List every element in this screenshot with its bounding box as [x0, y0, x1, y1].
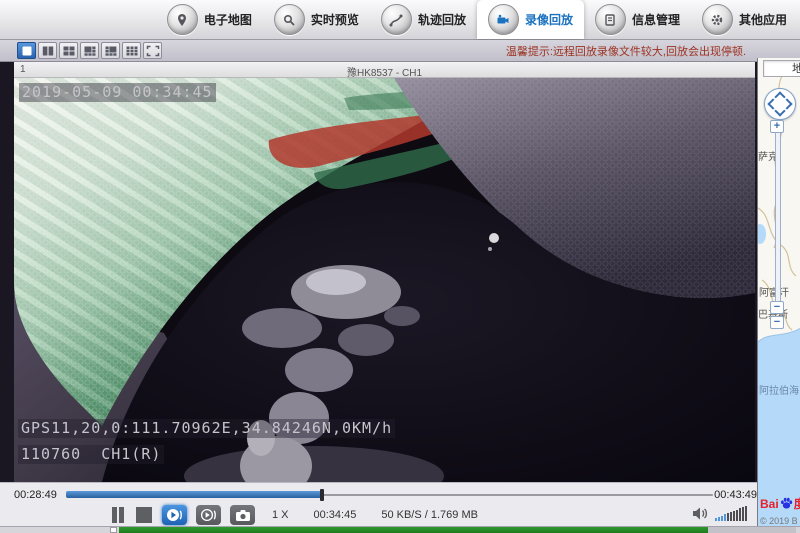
playback-control-bar: 00:28:49 00:43:49 1 X 00:34:45 50 KB/S /… — [0, 482, 757, 526]
dvr-playback-app: { "nav": { "items": [ {"label": "电子地图"},… — [0, 0, 800, 533]
map-type-tab[interactable]: 地 — [763, 60, 800, 77]
video-pane-title: 豫HK8537 - CH1 — [14, 64, 755, 79]
osd-gps-text: GPS11,20,0:111.70962E,34.84246N,0KM/h — [18, 419, 395, 438]
map-label: 阿富汗 — [759, 284, 789, 299]
baidu-logo-text-left: Bai — [760, 497, 779, 511]
nav-item-video-playback[interactable]: 录像回放 — [477, 0, 584, 39]
map-sidebar: 萨克 阿富汗 巴基斯 阿拉伯海 地 + − − Bai 度 © 2019 B — [757, 58, 800, 526]
map-label: 阿拉伯海 — [759, 382, 799, 397]
view-toolbar: 温馨提示:远程回放录像文件较大,回放会出现停顿. — [0, 40, 800, 62]
buffer-start-marker — [110, 527, 117, 533]
nav-item-emap[interactable]: 电子地图 — [156, 0, 263, 39]
pause-button[interactable] — [110, 506, 126, 524]
range-end-time: 00:43:49 — [714, 489, 757, 501]
nav-item-live-preview[interactable]: 实时预览 — [263, 0, 370, 39]
map-zoom-slider[interactable] — [775, 133, 781, 301]
video-camera-icon — [488, 4, 519, 35]
buffer-fill — [119, 527, 708, 533]
map-zoom-in-button[interactable]: + — [770, 120, 784, 133]
buffer-strip — [0, 526, 800, 533]
map-zoom-out-button[interactable]: − — [770, 316, 784, 329]
seek-thumb[interactable] — [320, 489, 324, 501]
document-icon — [595, 4, 626, 35]
seek-bar[interactable] — [66, 489, 713, 501]
frame-play-button[interactable] — [196, 505, 221, 525]
nav-item-other-apps[interactable]: 其他应用 — [691, 0, 798, 39]
buffer-track — [119, 527, 796, 533]
map-attribution: © 2019 B — [760, 516, 798, 526]
snapshot-button[interactable] — [230, 505, 255, 525]
osd-device-text: 110760 CH1(R) — [18, 445, 164, 464]
stop-button[interactable] — [135, 506, 153, 524]
map-pan-control[interactable] — [764, 88, 796, 120]
nav-label: 其他应用 — [739, 11, 787, 28]
nav-label: 信息管理 — [632, 11, 680, 28]
speaker-icon — [691, 506, 709, 521]
stream-info-label: 50 KB/S / 1.769 MB — [381, 509, 478, 521]
layout-8-split-button[interactable] — [101, 42, 120, 59]
baidu-logo-text-right: 度 — [794, 495, 800, 512]
nav-item-track-playback[interactable]: 轨迹回放 — [370, 0, 477, 39]
layout-6-split-button[interactable] — [80, 42, 99, 59]
baidu-paw-icon — [780, 497, 793, 510]
map-pin-icon — [167, 4, 198, 35]
play-button[interactable] — [162, 505, 187, 525]
range-start-time: 00:28:49 — [14, 489, 57, 501]
nav-label: 录像回放 — [525, 11, 573, 28]
route-icon — [381, 4, 412, 35]
layout-9-split-button[interactable] — [122, 42, 141, 59]
layout-single-button[interactable] — [17, 42, 36, 59]
video-pane-header: 1 豫HK8537 - CH1 — [14, 62, 755, 78]
video-stage: 1 豫HK8537 - CH1 — [0, 62, 757, 482]
layout-2-split-button[interactable] — [38, 42, 57, 59]
map-zoom-slider-handle[interactable]: − — [770, 301, 784, 314]
nav-label: 轨迹回放 — [418, 11, 466, 28]
layout-4-split-button[interactable] — [59, 42, 78, 59]
nav-label: 实时预览 — [311, 11, 359, 28]
fullscreen-button[interactable] — [143, 42, 162, 59]
transport-controls: 1 X 00:34:45 50 KB/S / 1.769 MB — [110, 503, 478, 527]
baidu-logo[interactable]: Bai 度 — [760, 495, 800, 512]
gear-icon — [702, 4, 733, 35]
nav-item-info-management[interactable]: 信息管理 — [584, 0, 691, 39]
progress-fill — [66, 491, 322, 498]
nav-label: 电子地图 — [204, 11, 252, 28]
video-frame[interactable]: 2019-05-09 00:34:45 GPS11,20,0:111.70962… — [14, 78, 755, 482]
current-time-label: 00:34:45 — [314, 509, 357, 521]
speed-label: 1 X — [272, 509, 289, 521]
volume-control[interactable] — [691, 505, 747, 521]
top-navigation: 电子地图 实时预览 轨迹回放 录像回放 信息管理 其他应用 — [0, 0, 800, 40]
magnifier-icon — [274, 4, 305, 35]
playback-warning-text: 温馨提示:远程回放录像文件较大,回放会出现停顿. — [506, 43, 746, 59]
osd-timestamp: 2019-05-09 00:34:45 — [19, 83, 216, 102]
volume-bars — [715, 506, 747, 521]
